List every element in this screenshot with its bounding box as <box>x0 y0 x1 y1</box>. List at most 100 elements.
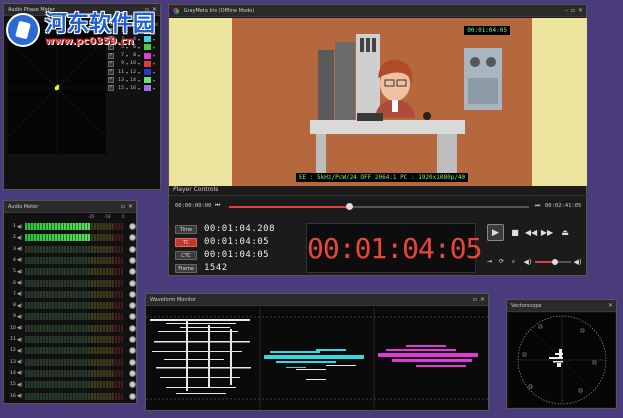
channel-solo-toggle[interactable] <box>129 392 137 400</box>
channel-solo-toggle[interactable] <box>129 358 137 366</box>
speaker-icon[interactable]: ◀) <box>17 359 25 365</box>
step-icon[interactable]: ⇥ <box>485 257 494 266</box>
volume-handle[interactable] <box>551 259 558 265</box>
channel-solo-toggle[interactable] <box>129 369 137 377</box>
window-title: GrayMeta Iris (Offline Mode) <box>183 8 255 14</box>
right-channel[interactable]: 10 <box>128 61 136 66</box>
fast-forward-button[interactable]: ▶▶ <box>541 226 553 238</box>
trace-color-swatch[interactable] <box>144 85 152 92</box>
speaker-icon[interactable]: ◀) <box>17 393 25 399</box>
channel-solo-toggle[interactable] <box>129 279 137 287</box>
zoom-icon[interactable]: ⌕ <box>509 257 518 266</box>
left-channel[interactable]: 9 <box>116 61 124 66</box>
play-button[interactable]: ▶ <box>487 224 504 241</box>
chevron-down-icon[interactable]: ▾ <box>153 53 155 58</box>
audio-meter-titlebar[interactable]: Audio Meter ▫ ✕ <box>4 201 136 213</box>
speaker-icon[interactable]: ◀) <box>17 246 25 252</box>
loop-icon[interactable]: ⟳ <box>497 257 506 266</box>
right-channel[interactable]: 14 <box>128 78 136 83</box>
restore-icon[interactable]: ▫ <box>571 7 575 14</box>
speaker-icon[interactable]: ◀) <box>17 269 25 275</box>
chevron-down-icon[interactable]: ▾ <box>153 86 155 91</box>
left-channel[interactable]: 11 <box>116 70 124 75</box>
close-icon[interactable]: ✕ <box>578 7 583 14</box>
chevron-down-icon[interactable]: ▾ <box>138 78 140 83</box>
chevron-down-icon[interactable]: ▾ <box>138 53 140 58</box>
left-channel[interactable]: 13 <box>116 78 124 83</box>
trace-color-swatch[interactable] <box>144 52 152 59</box>
volume-icon[interactable]: ◀) <box>523 257 532 266</box>
restore-icon[interactable]: ▫ <box>121 203 125 210</box>
channel-solo-toggle[interactable] <box>129 223 137 230</box>
timecode-tag-button[interactable]: Frame <box>175 263 197 273</box>
channel-solo-toggle[interactable] <box>129 234 137 242</box>
speaker-icon[interactable]: ◀) <box>17 382 25 388</box>
speaker-icon[interactable]: ◀) <box>17 337 25 343</box>
chevron-down-icon[interactable]: ▾ <box>138 61 140 66</box>
restore-icon[interactable]: ▫ <box>473 296 477 303</box>
volume-max-icon[interactable]: ◀) <box>573 257 582 266</box>
level-bar <box>24 336 124 343</box>
routing-checkbox[interactable] <box>108 60 114 67</box>
level-bar <box>24 268 124 276</box>
chevron-down-icon[interactable]: ▾ <box>138 70 140 75</box>
left-channel[interactable]: 15 <box>116 86 124 91</box>
routing-checkbox[interactable] <box>108 76 114 84</box>
speaker-icon[interactable]: ◀) <box>17 224 25 230</box>
close-icon[interactable]: ✕ <box>480 296 485 303</box>
level-bar <box>24 234 124 242</box>
speaker-icon[interactable]: ◀) <box>17 280 25 286</box>
right-channel[interactable]: 16 <box>128 86 136 91</box>
channel-solo-toggle[interactable] <box>129 290 137 298</box>
chevron-down-icon[interactable]: ▾ <box>138 86 140 91</box>
routing-checkbox[interactable] <box>108 52 114 59</box>
timecode-tag-button[interactable]: CTC <box>175 250 197 260</box>
watermark-brand: 河东软件园 <box>45 11 156 37</box>
speaker-icon[interactable]: ◀) <box>17 370 25 376</box>
vectorscope-titlebar[interactable]: Vectorscope ✕ <box>507 300 616 312</box>
trace-color-swatch[interactable] <box>144 60 152 67</box>
speaker-icon[interactable]: ◀) <box>17 291 25 297</box>
speaker-icon[interactable]: ◀) <box>17 303 25 309</box>
skip-start-icon[interactable]: ⏮ <box>215 202 220 210</box>
stop-button[interactable]: ■ <box>509 226 521 238</box>
volume-slider[interactable] <box>535 259 571 265</box>
channel-solo-toggle[interactable] <box>129 313 137 321</box>
chevron-down-icon[interactable]: ▾ <box>153 70 155 75</box>
speaker-icon[interactable]: ◀) <box>17 257 25 263</box>
video-frame[interactable]: 00:01:04:05 EE : 5kHz/PcW/24 OFF 2064:1 … <box>232 18 532 186</box>
trace-color-swatch[interactable] <box>144 69 152 76</box>
speaker-icon[interactable]: ◀) <box>17 235 25 241</box>
rewind-button[interactable]: ◀◀ <box>525 226 537 238</box>
channel-solo-toggle[interactable] <box>129 381 137 389</box>
channel-solo-toggle[interactable] <box>129 336 137 343</box>
waveform-titlebar[interactable]: Waveform Monitor ▫ ✕ <box>146 294 488 306</box>
chevron-down-icon[interactable]: ▾ <box>153 78 155 83</box>
eject-button[interactable]: ⏏ <box>559 226 571 238</box>
chevron-down-icon[interactable]: ▾ <box>153 61 155 66</box>
timecode-tag-button[interactable]: Time <box>175 224 197 234</box>
left-channel[interactable]: 7 <box>116 53 124 58</box>
skip-end-icon[interactable]: ⏭ <box>535 202 540 210</box>
seek-bar[interactable] <box>229 203 529 210</box>
seek-handle[interactable] <box>346 203 353 210</box>
channel-solo-toggle[interactable] <box>129 347 137 355</box>
close-icon[interactable]: ✕ <box>128 203 133 210</box>
player-titlebar[interactable]: GrayMeta Iris (Offline Mode) – ▫ ✕ <box>169 5 586 17</box>
channel-solo-toggle[interactable] <box>129 302 137 310</box>
minimize-icon[interactable]: – <box>565 7 568 14</box>
right-channel[interactable]: 12 <box>128 70 136 75</box>
channel-solo-toggle[interactable] <box>129 268 137 276</box>
right-channel[interactable]: 8 <box>128 53 136 58</box>
speaker-icon[interactable]: ◀) <box>17 314 25 320</box>
channel-solo-toggle[interactable] <box>129 256 137 264</box>
routing-checkbox[interactable] <box>108 84 114 92</box>
trace-color-swatch[interactable] <box>144 77 152 84</box>
speaker-icon[interactable]: ◀) <box>17 348 25 354</box>
channel-solo-toggle[interactable] <box>129 245 137 253</box>
routing-checkbox[interactable] <box>108 68 114 76</box>
close-icon[interactable]: ✕ <box>608 302 613 309</box>
speaker-icon[interactable]: ◀) <box>17 325 25 331</box>
channel-solo-toggle[interactable] <box>129 324 137 332</box>
timecode-tag-button[interactable]: TC <box>175 237 197 247</box>
